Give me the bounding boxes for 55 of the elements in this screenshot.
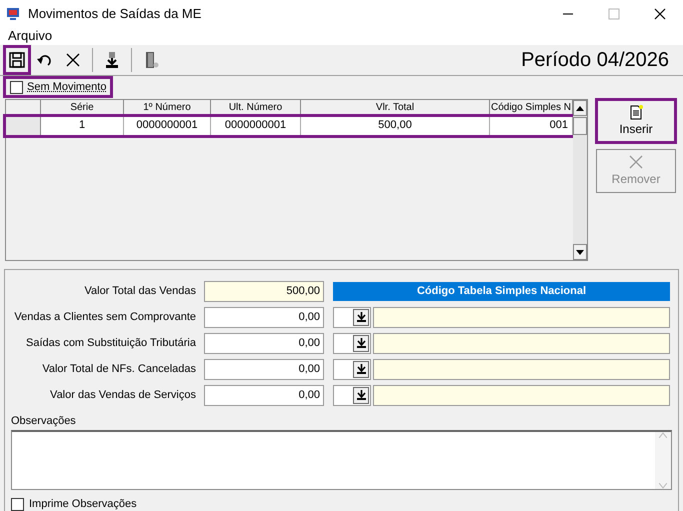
download-icon xyxy=(356,338,366,348)
scroll-down-icon[interactable] xyxy=(576,250,584,254)
download-icon xyxy=(103,51,121,69)
description-field[interactable] xyxy=(373,332,670,354)
insert-button[interactable]: Inserir xyxy=(596,99,676,143)
dropdown-button[interactable] xyxy=(353,360,369,378)
field-label: Valor das Vendas de Serviços xyxy=(49,388,197,402)
value-field[interactable]: 0,00 xyxy=(204,384,324,406)
field-label: Vendas a Clientes sem Comprovante xyxy=(13,310,197,324)
checkbox[interactable] xyxy=(10,80,23,94)
description-field[interactable] xyxy=(373,358,670,380)
dropdown-button[interactable] xyxy=(353,334,369,352)
download-icon xyxy=(356,312,366,322)
close-icon xyxy=(628,154,644,170)
table-header: Código Tabela Simples Nacional xyxy=(333,282,670,300)
field-label: Valor Total de NFs. Canceladas xyxy=(41,362,197,376)
close-icon xyxy=(64,51,82,69)
table-cell: 1 xyxy=(41,117,124,135)
code-field[interactable] xyxy=(333,358,371,380)
checkbox-label[interactable]: Imprime Observações xyxy=(29,497,137,511)
app-icon xyxy=(6,7,22,21)
value-field[interactable]: 0,00 xyxy=(204,332,324,354)
observations-label: Observações xyxy=(11,414,77,428)
scroll-up-icon[interactable] xyxy=(576,106,584,110)
row-indicator[interactable] xyxy=(6,117,41,135)
table-cell: 0000000001 xyxy=(211,117,301,135)
download-icon xyxy=(356,364,366,374)
download-icon xyxy=(356,390,366,400)
save-icon xyxy=(8,51,26,69)
dropdown-button[interactable] xyxy=(353,386,369,404)
toolbar-button[interactable] xyxy=(4,46,30,74)
code-field[interactable] xyxy=(333,332,371,354)
dropdown-button[interactable] xyxy=(353,308,369,326)
checkbox-label[interactable]: Sem Movimento xyxy=(27,80,106,94)
checkbox[interactable] xyxy=(11,498,24,511)
table-row[interactable]: 1 0000000001 0000000001 500,00 001 xyxy=(6,117,573,135)
field-label: Valor Total das Vendas xyxy=(83,284,197,298)
value-field[interactable]: 0,00 xyxy=(204,306,324,328)
menu-item[interactable]: Arquivo xyxy=(8,28,52,45)
value-field[interactable]: 500,00 xyxy=(204,280,324,302)
scrollbar[interactable] xyxy=(573,100,587,260)
description-field[interactable] xyxy=(373,306,670,328)
field-label: Saídas com Substituição Tributária xyxy=(25,336,197,350)
close-icon xyxy=(653,8,667,20)
document-icon xyxy=(628,104,644,120)
table-cell: 0000000001 xyxy=(124,117,211,135)
description-field[interactable] xyxy=(373,384,670,406)
value-field[interactable]: 0,00 xyxy=(204,358,324,380)
maximize-icon xyxy=(607,8,621,20)
scroll-thumb[interactable] xyxy=(573,117,587,135)
window-title: Movimentos de Saídas da ME xyxy=(28,6,202,22)
table-cell: 500,00 xyxy=(301,117,490,135)
code-field[interactable] xyxy=(333,306,371,328)
code-field[interactable] xyxy=(333,384,371,406)
period-label: Período 04/2026 xyxy=(521,48,670,73)
